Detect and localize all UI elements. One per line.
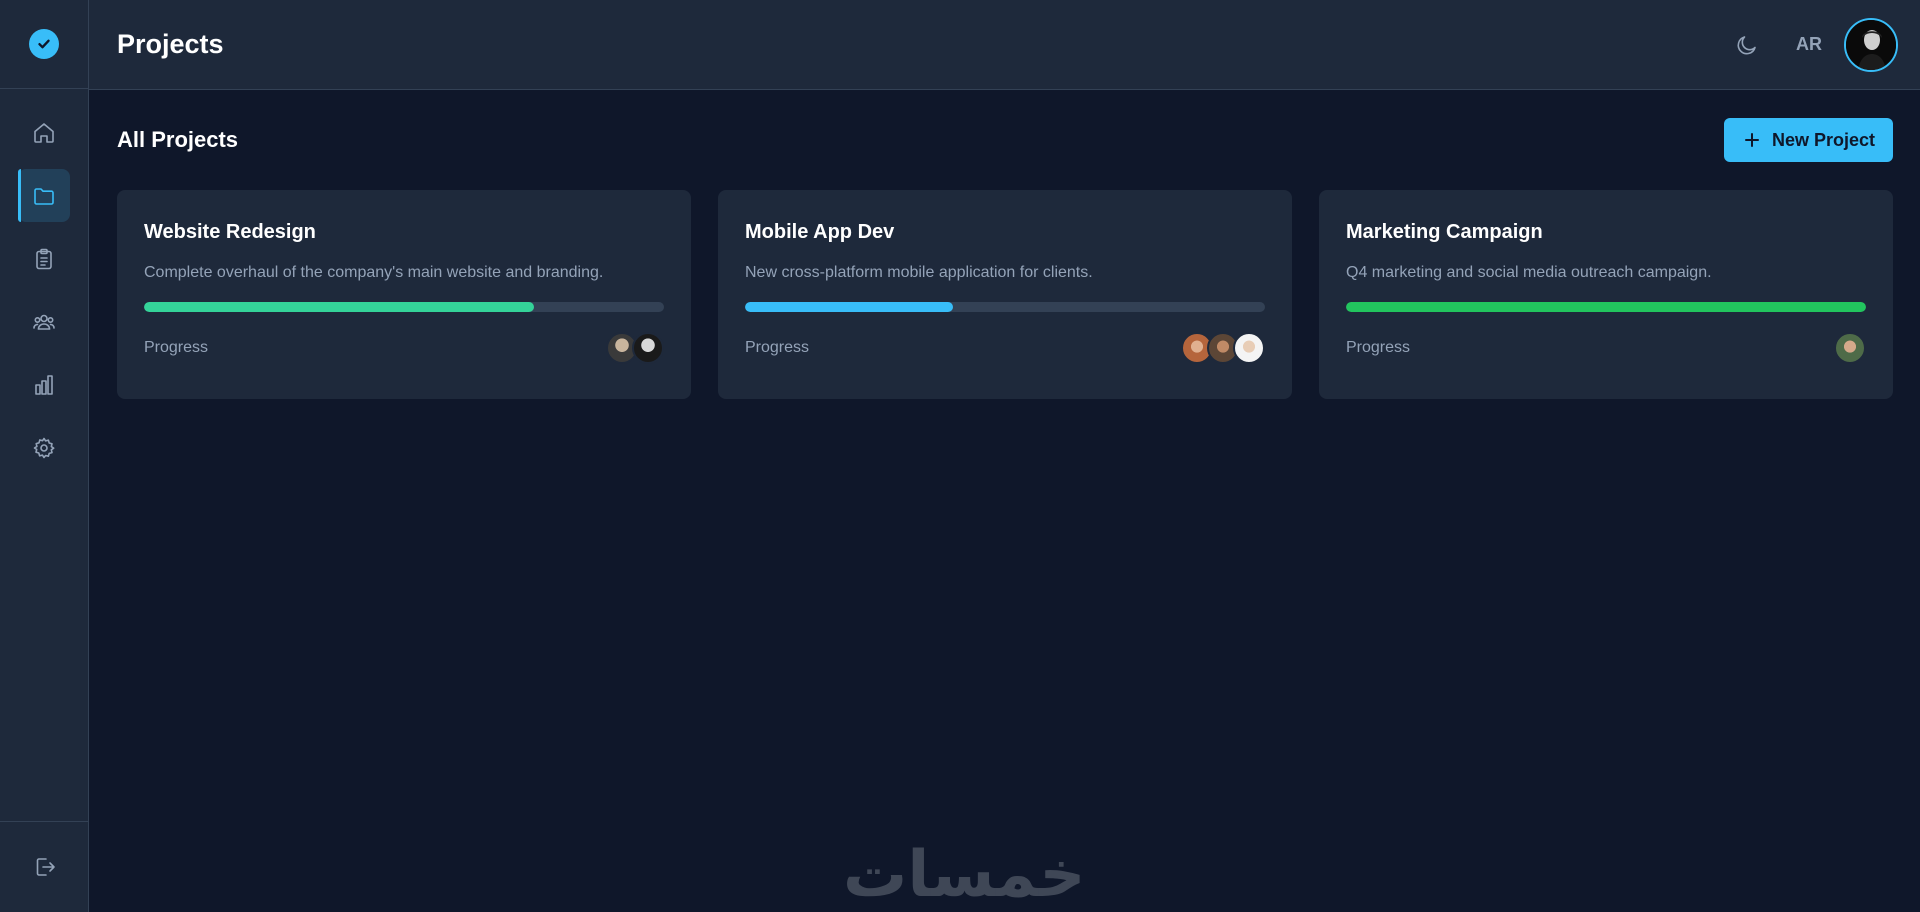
new-project-label: New Project xyxy=(1771,129,1875,150)
sidebar xyxy=(0,0,89,912)
watermark: خمسات xyxy=(843,838,1086,912)
settings-icon xyxy=(33,437,55,458)
sidebar-item-home[interactable] xyxy=(18,106,70,159)
member-avatars xyxy=(606,332,664,364)
page-title: Projects xyxy=(117,29,224,59)
card-footer: Progress xyxy=(1346,332,1866,364)
new-project-button[interactable]: New Project xyxy=(1723,118,1893,162)
project-card[interactable]: Website Redesign Complete overhaul of th… xyxy=(117,190,691,399)
member-avatars xyxy=(1181,332,1265,364)
sidebar-item-team[interactable] xyxy=(18,295,70,348)
project-title: Website Redesign xyxy=(144,221,316,243)
project-description: Q4 marketing and social media outreach c… xyxy=(1346,264,1712,281)
progress-label: Progress xyxy=(745,339,810,356)
project-title: Marketing Campaign xyxy=(1346,221,1543,243)
card-footer: Progress xyxy=(144,332,664,364)
project-cards: Website Redesign Complete overhaul of th… xyxy=(117,190,1893,399)
member-avatar[interactable] xyxy=(1233,332,1265,364)
logout-area xyxy=(0,821,89,912)
progress-bar xyxy=(745,302,1265,312)
member-avatars xyxy=(1834,332,1866,364)
project-card[interactable]: Marketing Campaign Q4 marketing and soci… xyxy=(1319,190,1893,399)
project-card[interactable]: Mobile App Dev New cross-platform mobile… xyxy=(718,190,1292,399)
project-description: New cross-platform mobile application fo… xyxy=(745,264,1093,281)
home-icon xyxy=(34,122,54,143)
section-header: All Projects New Project xyxy=(117,90,1893,190)
main-content: All Projects New Project Website Redesig… xyxy=(89,90,1920,912)
sidebar-nav xyxy=(0,89,88,474)
users-icon xyxy=(33,314,55,330)
sidebar-item-reports[interactable] xyxy=(18,358,70,411)
logo-area xyxy=(0,0,88,89)
progress-bar xyxy=(144,302,664,312)
logout-button[interactable] xyxy=(19,841,71,894)
project-title: Mobile App Dev xyxy=(745,221,895,243)
user-avatar[interactable] xyxy=(1844,17,1898,72)
progress-fill xyxy=(144,302,534,312)
sidebar-item-settings[interactable] xyxy=(18,421,70,474)
chart-icon xyxy=(35,374,53,395)
top-bar-actions: AR xyxy=(1732,17,1898,72)
member-avatar[interactable] xyxy=(1834,332,1866,364)
logout-icon xyxy=(36,858,55,876)
moon-icon xyxy=(1737,35,1756,54)
user-initials: AR xyxy=(1796,34,1822,54)
progress-label: Progress xyxy=(1346,339,1411,356)
section-title: All Projects xyxy=(117,127,239,152)
project-description: Complete overhaul of the company's main … xyxy=(144,264,604,281)
check-circle-icon[interactable] xyxy=(29,29,59,59)
theme-toggle-button[interactable] xyxy=(1732,30,1762,60)
sidebar-item-projects[interactable] xyxy=(18,169,70,222)
progress-fill xyxy=(745,302,953,312)
plus-icon xyxy=(1744,133,1759,147)
card-footer: Progress xyxy=(745,332,1265,364)
progress-bar xyxy=(1346,302,1866,312)
member-avatar[interactable] xyxy=(632,332,664,364)
avatar-image xyxy=(1846,19,1896,70)
clipboard-icon xyxy=(36,248,52,269)
progress-label: Progress xyxy=(144,339,209,356)
top-bar: Projects AR xyxy=(89,0,1920,90)
progress-fill xyxy=(1346,302,1866,312)
folder-icon xyxy=(34,187,54,205)
sidebar-item-tasks[interactable] xyxy=(18,232,70,285)
